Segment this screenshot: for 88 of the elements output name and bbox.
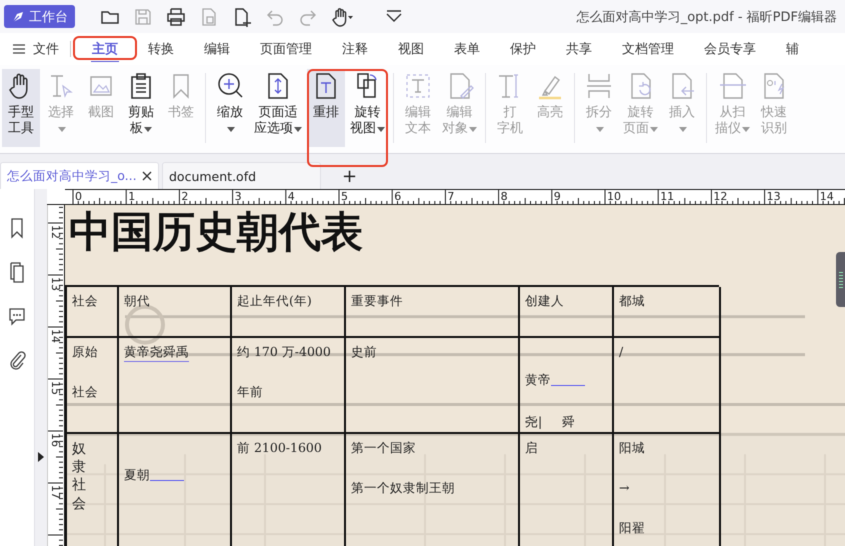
table-cell-text: 社会 [72,384,98,400]
menu-tab[interactable]: 转换 [133,33,189,65]
scanner-icon [718,71,748,101]
table-cell-text: 黄帝尧舜禹 [124,344,189,362]
ribbon-tool-button[interactable]: 手型 工具 [2,69,40,147]
menu-tab[interactable]: 表单 [439,33,495,65]
split-icon [584,71,614,101]
table-cell-text: 黄帝 [525,372,551,388]
menu-tab[interactable]: 共享 [551,33,607,65]
menu-tab[interactable]: 注释 [327,33,383,65]
table-cell-text: 史前 [351,344,377,360]
caret-icon [469,126,477,132]
ruler-number: 10 [607,190,621,203]
ruler-number: 13 [50,277,61,291]
ruler-number: 5 [341,190,348,203]
ribbon-tool-button[interactable]: 缩放 [211,69,249,147]
ribbon-tool-button[interactable]: 剪贴 板 [122,69,160,147]
menu-icon [13,44,25,54]
table-cell-text: 前 2100-1600 [237,440,322,456]
table-cell-text: → [619,480,630,496]
ribbon-tool-button[interactable]: 旋转 视图 [347,69,388,147]
caret-icon [650,126,658,132]
close-icon[interactable] [142,171,152,181]
caret-icon [294,126,302,132]
table-cell-text: 原始 [72,344,98,360]
ruler-number: 17 [50,485,61,499]
caret-icon [678,126,686,132]
table-cell-text: / [619,344,624,360]
ruler-number: 3 [234,190,242,203]
caret-icon [742,126,750,132]
ruler-number: 16 [50,433,61,447]
ruler-number: 4 [288,190,295,203]
table-cell-text: 奴隶社会 [72,440,86,513]
ruler-number: 12 [713,190,728,203]
ruler-number: 2 [181,190,188,203]
table-cell-text: 阳城 [619,440,645,456]
hand-icon[interactable] [330,6,354,28]
ruler-number: 12 [50,225,61,239]
scroll-thumb[interactable] [836,252,845,307]
ribbon-tool-button[interactable]: 页面适 应选项 [251,69,305,147]
table-cell-text: 重要事件 [351,293,403,309]
expand-arrow-icon[interactable] [38,452,44,462]
document-tab[interactable]: document.ofd [162,162,321,189]
table-cell-text: 第一个国家 [351,440,416,456]
ruler-number: 11 [660,190,674,203]
menu-tab[interactable]: 会员专享 [689,33,771,65]
ruler-number: 13 [766,190,781,203]
table-cell-text: 约 170 万-4000 [237,344,331,360]
document-tab[interactable]: 怎么面对高中学习_o... [0,162,159,189]
menu-tab[interactable]: 文档管理 [607,33,689,65]
table-cell-text: 都城 [619,293,645,309]
table-cell-text: 创建人 [525,293,564,309]
table-cell-text: 年前 [237,384,263,400]
caret-icon [596,126,604,132]
menu-tab[interactable]: 辅 [771,33,814,65]
print-icon[interactable] [165,6,187,28]
caret-icon [58,126,66,132]
ruler-number: 14 [820,190,834,203]
menu-tab[interactable]: 编辑 [189,33,245,65]
table-cell-text: 尧| 舜 [525,414,576,430]
file-menu-button[interactable]: 文件 [0,40,59,58]
table-cell-text: 阳翟 [619,520,645,536]
ruler-number: 7 [447,190,454,203]
ruler-number: 8 [500,190,508,203]
document-heading: 中国历史朝代表 [68,206,363,257]
ribbon-tool-button[interactable]: 重排 [307,69,345,147]
workspace-button[interactable]: 工作台 [4,5,75,28]
ruler-number: 6 [394,190,402,203]
table-cell-text: 启 [525,440,538,456]
caret-icon [144,126,152,132]
caret-icon [226,126,234,132]
table-cell-text: 社会 [72,293,98,309]
menu-tab[interactable]: 保护 [495,33,551,65]
ruler-number: 1 [128,190,136,203]
table-cell-text: 第一个奴隶制王朝 [351,480,455,496]
ruler-number: 15 [50,381,61,395]
ruler-number: 0 [75,190,82,203]
new-tab-button[interactable]: + [334,163,366,189]
ruler-number: 14 [50,329,61,343]
ruler-number: 9 [554,190,561,203]
pen-icon [11,10,25,24]
menu-tab[interactable]: 视图 [383,33,439,65]
table-cell-text: 夏朝 [124,467,150,483]
window-title: 怎么面对高中学习_opt.pdf - 福昕PDF编辑器 [576,8,837,26]
caret-icon [377,126,385,132]
table-cell-text: 起止年代(年) [237,293,312,309]
table-cell-text: 朝代 [124,293,150,309]
menu-tab[interactable]: 页面管理 [245,33,327,65]
